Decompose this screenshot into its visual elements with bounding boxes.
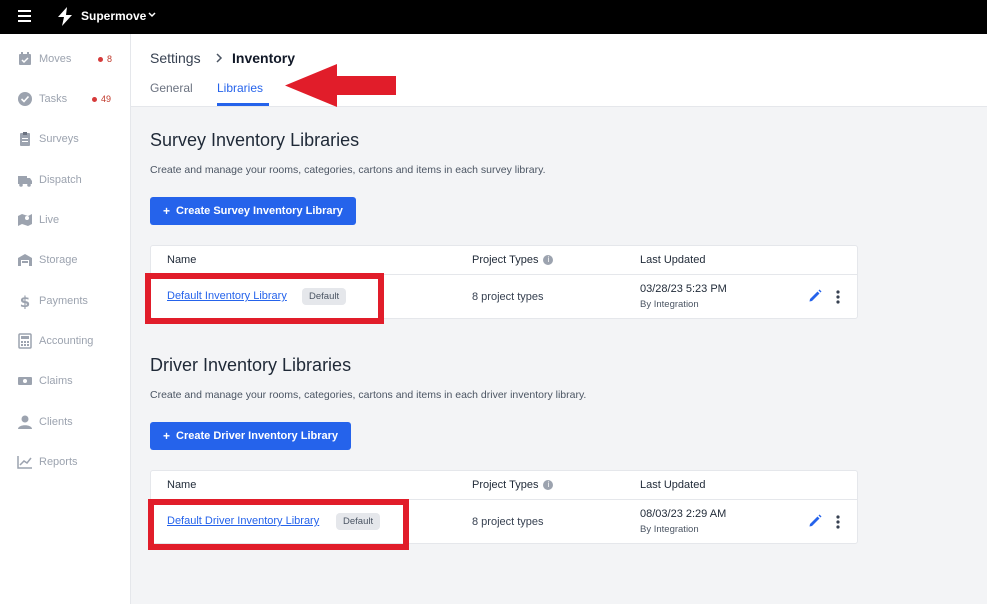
pencil-icon[interactable] bbox=[808, 514, 822, 528]
chart-line-icon bbox=[17, 456, 32, 469]
annotation-arrow-icon bbox=[285, 64, 396, 107]
sidebar-item-label: Live bbox=[39, 214, 60, 226]
tab-libraries[interactable]: Libraries bbox=[217, 81, 263, 95]
driver-section-description: Create and manage your rooms, categories… bbox=[150, 389, 587, 401]
sidebar-item-accounting[interactable]: Accounting bbox=[0, 326, 131, 356]
svg-text:$: $ bbox=[20, 293, 30, 309]
user-icon bbox=[18, 415, 32, 429]
warehouse-icon bbox=[18, 254, 32, 266]
sidebar-item-label: Dispatch bbox=[39, 174, 82, 186]
column-header-name: Name bbox=[167, 479, 197, 491]
sidebar-item-dispatch[interactable]: Dispatch bbox=[0, 165, 131, 195]
check-circle-icon bbox=[18, 92, 32, 106]
create-driver-library-button[interactable]: + Create Driver Inventory Library bbox=[150, 422, 352, 450]
calculator-icon bbox=[18, 333, 32, 349]
sidebar: Moves 8 Tasks 49 Surveys Dispatch Live S… bbox=[0, 34, 131, 604]
survey-section-title: Survey Inventory Libraries bbox=[150, 130, 360, 150]
project-types-value: 8 project types bbox=[472, 516, 544, 528]
column-header-last-updated: Last Updated bbox=[640, 254, 706, 266]
active-tab-indicator bbox=[217, 103, 269, 106]
count-badge: 49 bbox=[92, 94, 111, 104]
breadcrumb-settings[interactable]: Settings bbox=[150, 50, 201, 66]
sidebar-item-label: Surveys bbox=[39, 133, 79, 145]
count-badge: 8 bbox=[98, 54, 112, 64]
column-header-project-types: Project Types i bbox=[472, 479, 554, 491]
plus-icon: + bbox=[163, 204, 171, 218]
sidebar-item-claims[interactable]: Claims bbox=[0, 366, 131, 396]
chevron-right-icon bbox=[216, 53, 223, 63]
sidebar-item-label: Clients bbox=[39, 416, 73, 428]
sidebar-item-storage[interactable]: Storage bbox=[0, 245, 131, 275]
plus-icon: + bbox=[163, 429, 171, 443]
money-bill-icon bbox=[18, 377, 32, 385]
menu-icon[interactable] bbox=[18, 10, 31, 22]
driver-section-title: Driver Inventory Libraries bbox=[150, 355, 352, 375]
info-icon[interactable]: i bbox=[543, 255, 554, 266]
sidebar-item-label: Storage bbox=[39, 254, 78, 266]
button-label: Create Driver Inventory Library bbox=[176, 430, 339, 442]
last-updated-by: By Integration bbox=[640, 299, 699, 310]
annotation-highlight-box bbox=[145, 273, 384, 324]
sidebar-item-payments[interactable]: $ Payments bbox=[0, 286, 131, 316]
last-updated-by: By Integration bbox=[640, 524, 699, 535]
pencil-icon[interactable] bbox=[808, 289, 822, 303]
sidebar-item-clients[interactable]: Clients bbox=[0, 407, 131, 437]
column-header-last-updated: Last Updated bbox=[640, 479, 706, 491]
page-header: Settings Inventory General Libraries bbox=[131, 34, 987, 107]
sidebar-item-surveys[interactable]: Surveys bbox=[0, 124, 131, 154]
sidebar-item-label: Reports bbox=[39, 456, 78, 468]
map-icon bbox=[18, 214, 32, 226]
tab-general[interactable]: General bbox=[150, 81, 193, 95]
chevron-down-icon[interactable] bbox=[147, 9, 157, 21]
sidebar-item-tasks[interactable]: Tasks 49 bbox=[0, 84, 131, 114]
calendar-check-icon bbox=[19, 52, 31, 65]
sidebar-item-label: Accounting bbox=[39, 335, 94, 347]
info-icon[interactable]: i bbox=[543, 480, 554, 491]
sidebar-item-reports[interactable]: Reports bbox=[0, 447, 131, 477]
clipboard-icon bbox=[20, 132, 30, 146]
column-header-name: Name bbox=[167, 254, 197, 266]
survey-section-description: Create and manage your rooms, categories… bbox=[150, 164, 546, 176]
sidebar-item-live[interactable]: Live bbox=[0, 205, 131, 235]
annotation-highlight-box bbox=[148, 499, 409, 550]
column-header-project-types: Project Types i bbox=[472, 254, 554, 266]
top-bar: Supermove bbox=[0, 0, 987, 34]
truck-icon bbox=[18, 176, 32, 187]
sidebar-item-label: Payments bbox=[39, 295, 88, 307]
last-updated-date: 08/03/23 2:29 AM bbox=[640, 508, 727, 520]
brand-name[interactable]: Supermove bbox=[81, 9, 146, 23]
project-types-value: 8 project types bbox=[472, 291, 544, 303]
sidebar-item-label: Moves bbox=[39, 53, 72, 65]
sidebar-item-label: Claims bbox=[39, 375, 73, 387]
dollar-icon: $ bbox=[20, 293, 30, 309]
more-vertical-icon[interactable] bbox=[835, 514, 841, 530]
more-vertical-icon[interactable] bbox=[835, 289, 841, 305]
create-survey-library-button[interactable]: + Create Survey Inventory Library bbox=[150, 197, 356, 225]
supermove-logo-icon bbox=[58, 7, 72, 26]
sidebar-item-moves[interactable]: Moves 8 bbox=[0, 44, 131, 74]
sidebar-item-label: Tasks bbox=[39, 93, 68, 105]
button-label: Create Survey Inventory Library bbox=[176, 205, 343, 217]
last-updated-date: 03/28/23 5:23 PM bbox=[640, 283, 727, 295]
